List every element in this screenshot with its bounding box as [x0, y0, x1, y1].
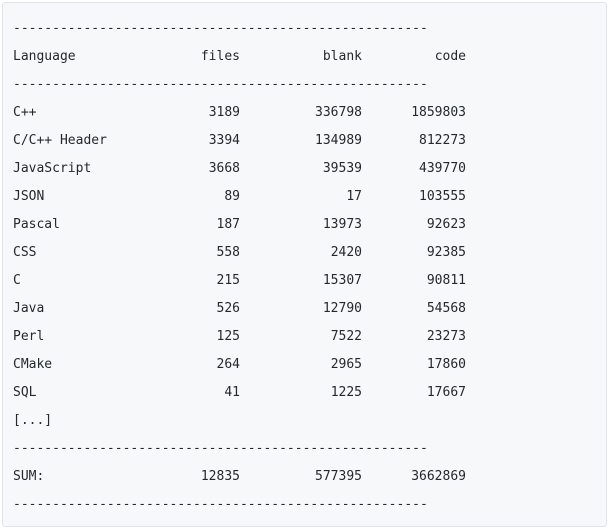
table-row: Pascal 187 13973 92623 — [13, 215, 466, 235]
row-blank: 17 — [346, 189, 362, 204]
row-files: 558 — [216, 245, 240, 260]
row-code: 92623 — [426, 217, 466, 232]
row-language: JavaScript — [13, 161, 92, 176]
row-language: C — [13, 273, 21, 288]
row-code: 103555 — [419, 189, 466, 204]
row-code: 23273 — [426, 329, 466, 344]
table-row: Perl 125 7522 23273 — [13, 327, 466, 347]
header-blank: blank — [322, 49, 362, 64]
row-files: 3189 — [208, 105, 240, 120]
row-blank: 12790 — [322, 301, 362, 316]
separator-line: ----------------------------------------… — [13, 497, 428, 512]
row-blank: 134989 — [315, 133, 362, 148]
table-row: JavaScript 3668 39539 439770 — [13, 159, 466, 179]
row-code: 17667 — [426, 385, 466, 400]
row-files: 3394 — [208, 133, 240, 148]
row-files: 215 — [216, 273, 240, 288]
row-blank: 2420 — [330, 245, 362, 260]
sum-files: 12835 — [200, 469, 240, 484]
row-files: 187 — [216, 217, 240, 232]
row-blank: 39539 — [322, 161, 362, 176]
header-language: Language — [13, 49, 76, 64]
row-code: 90811 — [426, 273, 466, 288]
row-blank: 336798 — [315, 105, 362, 120]
table-row: SQL 41 1225 17667 — [13, 383, 466, 403]
sum-blank: 577395 — [315, 469, 362, 484]
row-code: 439770 — [419, 161, 466, 176]
row-language: JSON — [13, 189, 45, 204]
table-row: Java 526 12790 54568 — [13, 299, 466, 319]
row-language: Pascal — [13, 217, 60, 232]
row-code: 1859803 — [411, 105, 466, 120]
table-row: C 215 15307 90811 — [13, 271, 466, 291]
header-code: code — [434, 49, 466, 64]
sum-row: SUM: 12835 577395 3662869 — [13, 467, 466, 487]
row-files: 41 — [224, 385, 240, 400]
ellipsis-text: [...] — [13, 413, 53, 428]
header-files: files — [200, 49, 240, 64]
row-language: CMake — [13, 357, 53, 372]
sum-code: 3662869 — [411, 469, 466, 484]
row-language: Perl — [13, 329, 45, 344]
row-code: 812273 — [419, 133, 466, 148]
ellipsis-row: [...] — [13, 411, 52, 431]
table-header: Language files blank code — [13, 47, 466, 67]
row-files: 264 — [216, 357, 240, 372]
row-code: 54568 — [426, 301, 466, 316]
table-row: CMake 264 2965 17860 — [13, 355, 466, 375]
row-files: 89 — [224, 189, 240, 204]
table-row: C++ 3189 336798 1859803 — [13, 103, 466, 123]
row-language: CSS — [13, 245, 37, 260]
row-language: C++ — [13, 105, 37, 120]
row-blank: 15307 — [322, 273, 362, 288]
row-language: SQL — [13, 385, 37, 400]
table-row: JSON 89 17 103555 — [13, 187, 466, 207]
row-blank: 1225 — [330, 385, 362, 400]
row-language: C/C++ Header — [13, 133, 107, 148]
separator-line: ----------------------------------------… — [13, 21, 428, 36]
row-files: 125 — [216, 329, 240, 344]
row-files: 3668 — [208, 161, 240, 176]
row-blank: 7522 — [330, 329, 362, 344]
row-code: 17860 — [426, 357, 466, 372]
row-language: Java — [13, 301, 45, 316]
code-block: ----------------------------------------… — [2, 2, 607, 527]
table-row: C/C++ Header 3394 134989 812273 — [13, 131, 466, 151]
sum-label: SUM: — [13, 469, 45, 484]
row-files: 526 — [216, 301, 240, 316]
row-code: 92385 — [426, 245, 466, 260]
table-row: CSS 558 2420 92385 — [13, 243, 466, 263]
separator-line: ----------------------------------------… — [13, 441, 428, 456]
separator-line: ----------------------------------------… — [13, 77, 428, 92]
row-blank: 13973 — [322, 217, 362, 232]
row-blank: 2965 — [330, 357, 362, 372]
